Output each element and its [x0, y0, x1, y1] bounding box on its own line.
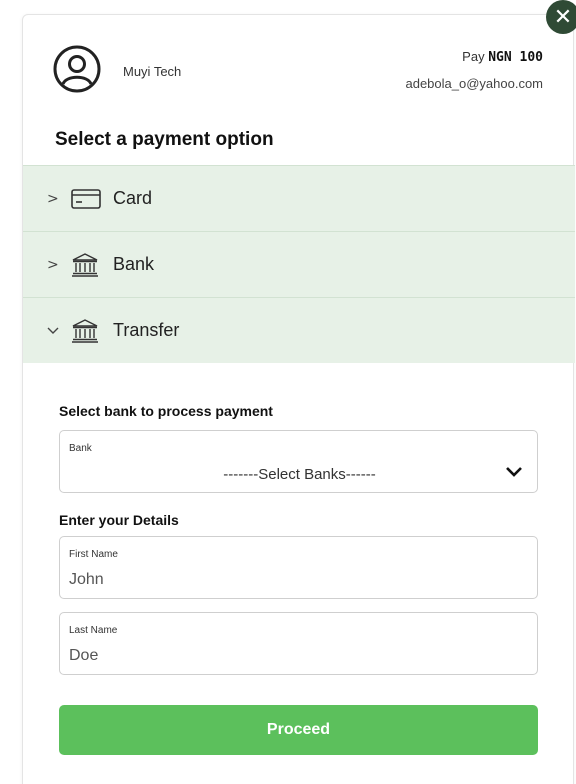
bank-icon — [71, 318, 105, 343]
select-bank-heading: Select bank to process payment — [59, 403, 273, 419]
modal-header: Muyi Tech Pay NGN 100 adebola_o@yahoo.co… — [23, 15, 575, 150]
proceed-button[interactable]: Proceed — [59, 705, 538, 755]
user-avatar-icon — [53, 45, 101, 93]
pay-amount-line: Pay NGN 100 — [462, 49, 543, 65]
option-bank[interactable]: > Bank — [23, 231, 575, 297]
chevron-right-icon: > — [47, 256, 59, 273]
close-icon[interactable]: ✕ — [546, 0, 576, 34]
option-card-label: Card — [113, 188, 153, 208]
first-name-input[interactable] — [69, 571, 509, 589]
first-name-label: First Name — [69, 549, 118, 560]
bank-field-label: Bank — [69, 443, 92, 454]
pay-amount: NGN 100 — [488, 50, 543, 65]
option-transfer[interactable]: Transfer — [23, 297, 575, 363]
pay-prefix: Pay — [462, 49, 485, 64]
bank-select-value: -------Select Banks------ — [223, 466, 376, 483]
option-bank-label: Bank — [113, 254, 155, 274]
bank-icon — [71, 252, 105, 277]
payment-modal: Muyi Tech Pay NGN 100 adebola_o@yahoo.co… — [22, 14, 575, 784]
chevron-down-icon — [506, 467, 522, 477]
page-title: Select a payment option — [55, 129, 274, 150]
last-name-label: Last Name — [69, 625, 118, 636]
bank-select[interactable]: Bank -------Select Banks------ — [59, 430, 538, 493]
option-card[interactable]: > Card — [23, 165, 575, 231]
card-icon — [71, 187, 105, 211]
details-heading: Enter your Details — [59, 512, 179, 528]
merchant-name: Muyi Tech — [123, 64, 182, 79]
last-name-field[interactable]: Last Name — [59, 612, 538, 675]
chevron-down-icon — [47, 323, 67, 339]
first-name-field[interactable]: First Name — [59, 536, 538, 599]
payment-options-list: > Card > Bank Transfer — [23, 165, 575, 363]
last-name-input[interactable] — [69, 647, 509, 665]
chevron-right-icon: > — [47, 190, 59, 207]
option-transfer-label: Transfer — [113, 320, 180, 340]
customer-email: adebola_o@yahoo.com — [405, 76, 543, 91]
